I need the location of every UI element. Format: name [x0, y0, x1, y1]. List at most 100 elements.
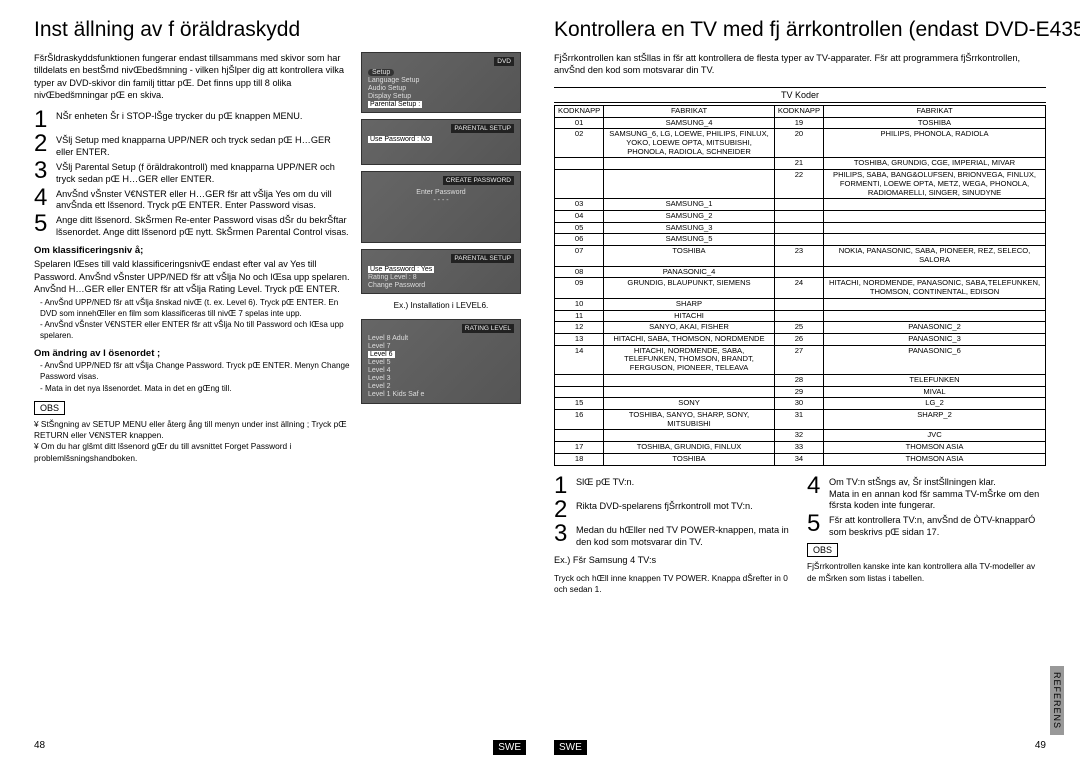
- steps-col-left: 1SlŒ pŒ TV:n. 2Rikta DVD-spelarens fjŠrr…: [554, 474, 793, 596]
- table-cell: [774, 298, 823, 310]
- r-step-4-num: 4: [807, 474, 825, 498]
- table-row: 07TOSHIBA23NOKIA, PANASONIC, SABA, PIONE…: [555, 246, 1046, 266]
- sub1-n1: - AnvŠnd UPP/NED fšr att vŠlja šnskad ni…: [40, 298, 350, 320]
- table-row: 22PHILIPS, SABA, BANG&OLUFSEN, BRIONVEGA…: [555, 170, 1046, 199]
- page-right: Kontrollera en TV med fj ärrkontrollen (…: [540, 18, 1060, 755]
- obs-l-1: ¥ StŠngning av SETUP MENU eller återg ån…: [34, 419, 350, 441]
- table-row: 01SAMSUNG_419TOSHIBA: [555, 117, 1046, 129]
- codes-header-row: KODKNAPP FABRIKAT KODKNAPP FABRIKAT: [555, 105, 1046, 117]
- table-cell: [555, 374, 604, 386]
- table-cell: 09: [555, 278, 604, 298]
- table-cell: TELEFUNKEN: [824, 374, 1046, 386]
- table-cell: NOKIA, PANASONIC, SABA, PIONEER, REZ, SE…: [824, 246, 1046, 266]
- table-cell: MIVAL: [824, 386, 1046, 398]
- step-4-num: 4: [34, 186, 52, 210]
- table-cell: [824, 298, 1046, 310]
- table-row: 12SANYO, AKAI, FISHER25PANASONIC_2: [555, 322, 1046, 334]
- table-row: 13HITACHI, SABA, THOMSON, NORDMENDE26PAN…: [555, 333, 1046, 345]
- th-kod2: KODKNAPP: [774, 105, 823, 117]
- sub1-body: Spelaren lŒses till vald klassificerings…: [34, 258, 350, 295]
- step-5: Ange ditt lšsenord. SkŠrmen Re-enter Pas…: [56, 212, 350, 239]
- table-cell: 29: [774, 386, 823, 398]
- table-cell: HITACHI, NORDMENDE, PANASONIC, SABA,TELE…: [824, 278, 1046, 298]
- table-cell: PHILIPS, SABA, BANG&OLUFSEN, BRIONVEGA, …: [824, 170, 1046, 199]
- sub1-notes: - AnvŠnd UPP/NED fšr att vŠlja šnskad ni…: [40, 298, 350, 343]
- fig-parental-yes: PARENTAL SETUP Use Password : Yes Rating…: [361, 249, 521, 294]
- ex-body-right: Tryck och hŒll inne knappen TV POWER. Kn…: [554, 573, 793, 595]
- swe-right: SWE: [554, 740, 587, 755]
- table-row: 28TELEFUNKEN: [555, 374, 1046, 386]
- table-row: 11HITACHI: [555, 310, 1046, 322]
- swe-left: SWE: [493, 740, 526, 755]
- table-cell: 04: [555, 211, 604, 223]
- page-num-left: 48: [34, 740, 45, 755]
- table-cell: 01: [555, 117, 604, 129]
- table-cell: [774, 211, 823, 223]
- table-cell: [774, 266, 823, 278]
- table-row: 06SAMSUNG_5: [555, 234, 1046, 246]
- table-cell: 18: [555, 453, 604, 465]
- r-step-2-num: 2: [554, 498, 572, 522]
- table-cell: HITACHI, SABA, THOMSON, NORDMENDE: [604, 333, 775, 345]
- fig-create-password: CREATE PASSWORD Enter Password - - - -: [361, 171, 521, 243]
- steps-col-right: 4Om TV:n stŠngs av, Šr instŠllningen kla…: [807, 474, 1046, 596]
- table-cell: 15: [555, 398, 604, 410]
- left-title: Inst ällning av f öräldraskydd: [34, 18, 526, 42]
- table-cell: [824, 199, 1046, 211]
- obs-box-right: OBS: [807, 543, 838, 557]
- table-cell: [824, 222, 1046, 234]
- table-cell: JVC: [824, 430, 1046, 442]
- two-page-spread: Inst ällning av f öräldraskydd FšrŠldras…: [0, 0, 1080, 765]
- table-cell: THOMSON ASIA: [824, 453, 1046, 465]
- table-cell: TOSHIBA: [824, 117, 1046, 129]
- step-1: NŠr enheten Šr i STOP-lŠge trycker du pŒ…: [56, 108, 350, 123]
- table-row: 21TOSHIBA, GRUNDIG, CGE, IMPERIAL, MIVAR: [555, 158, 1046, 170]
- left-main-col: FšrŠldraskyddsfunktionen fungerar endast…: [34, 52, 350, 464]
- r-step-1-num: 1: [554, 474, 572, 498]
- sub1-n2: - AnvŠnd vŠnster V€NSTER eller ENTER fšr…: [40, 320, 350, 342]
- table-cell: 34: [774, 453, 823, 465]
- table-row: 18TOSHIBA34THOMSON ASIA: [555, 453, 1046, 465]
- table-cell: 17: [555, 442, 604, 454]
- table-row: 14HITACHI, NORDMENDE, SABA, TELEFUNKEN, …: [555, 345, 1046, 374]
- table-cell: 11: [555, 310, 604, 322]
- table-cell: 19: [774, 117, 823, 129]
- step-1-num: 1: [34, 108, 52, 132]
- table-cell: PANASONIC_3: [824, 333, 1046, 345]
- table-row: 17TOSHIBA, GRUNDIG, FINLUX33THOMSON ASIA: [555, 442, 1046, 454]
- step-4: AnvŠnd vŠnster V€NSTER eller H…GER fšr a…: [56, 186, 350, 213]
- table-cell: TOSHIBA, GRUNDIG, CGE, IMPERIAL, MIVAR: [824, 158, 1046, 170]
- table-cell: [555, 430, 604, 442]
- page-left: Inst ällning av f öräldraskydd FšrŠldras…: [20, 18, 540, 755]
- r-step-4: Om TV:n stŠngs av, Šr instŠllningen klar…: [829, 474, 1046, 513]
- sub2-n2: - Mata in det nya lšsenordet. Mata in de…: [40, 384, 350, 395]
- table-cell: [774, 234, 823, 246]
- table-cell: SAMSUNG_2: [604, 211, 775, 223]
- table-row: 29MIVAL: [555, 386, 1046, 398]
- table-cell: THOMSON ASIA: [824, 442, 1046, 454]
- table-cell: [604, 386, 775, 398]
- table-cell: 08: [555, 266, 604, 278]
- left-lead: FšrŠldraskyddsfunktionen fungerar endast…: [34, 52, 350, 102]
- sub1-head: Om klassificeringsniv å;: [34, 245, 350, 256]
- table-cell: 10: [555, 298, 604, 310]
- table-cell: 28: [774, 374, 823, 386]
- table-cell: 12: [555, 322, 604, 334]
- table-cell: SONY: [604, 398, 775, 410]
- table-row: 10SHARP: [555, 298, 1046, 310]
- sub2-notes: - AnvŠnd UPP/NED fšr att vŠlja Change Pa…: [40, 361, 350, 395]
- table-cell: 24: [774, 278, 823, 298]
- table-cell: [774, 310, 823, 322]
- sub2-head: Om ändring av l ösenordet ;: [34, 348, 350, 359]
- table-cell: [604, 374, 775, 386]
- table-cell: [604, 430, 775, 442]
- table-row: 08PANASONIC_4: [555, 266, 1046, 278]
- r-step-3: Medan du hŒller ned TV POWER-knappen, ma…: [576, 522, 793, 549]
- table-cell: HITACHI: [604, 310, 775, 322]
- r-step-2: Rikta DVD-spelarens fjŠrrkontroll mot TV…: [576, 498, 793, 513]
- r-step-3-num: 3: [554, 522, 572, 546]
- th-kod1: KODKNAPP: [555, 105, 604, 117]
- r-step-5: Fšr att kontrollera TV:n, anvŠnd de ÒTV-…: [829, 512, 1046, 539]
- sub2-n1: - AnvŠnd UPP/NED fšr att vŠlja Change Pa…: [40, 361, 350, 383]
- table-cell: SANYO, AKAI, FISHER: [604, 322, 775, 334]
